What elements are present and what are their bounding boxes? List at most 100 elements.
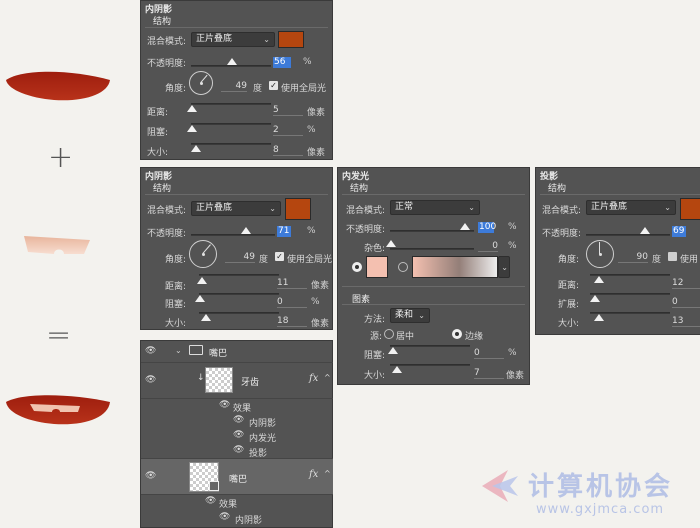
size-slider-thumb[interactable]: [191, 145, 201, 152]
choke-slider-thumb[interactable]: [187, 125, 197, 132]
size-slider-track[interactable]: [191, 143, 271, 145]
eye-icon[interactable]: 👁: [145, 346, 156, 356]
choke-input[interactable]: 0: [277, 297, 307, 308]
chevron-up-icon[interactable]: ^: [324, 469, 331, 478]
angle-input[interactable]: 49: [221, 81, 247, 92]
effects-row[interactable]: 👁 效果: [141, 399, 333, 414]
distance-input[interactable]: 11: [277, 278, 307, 289]
angle-dial[interactable]: [586, 240, 614, 268]
fx-icon[interactable]: fx: [309, 469, 318, 480]
size-slider-thumb[interactable]: [594, 314, 604, 321]
opacity-input[interactable]: 56: [273, 57, 291, 68]
size-slider-track[interactable]: [199, 312, 279, 314]
layer-group-row[interactable]: 👁 ⌄ 嘴巴: [141, 341, 333, 363]
noise-input[interactable]: 0: [478, 241, 498, 252]
eye-icon[interactable]: 👁: [233, 445, 244, 455]
distance-slider-thumb[interactable]: [197, 277, 207, 284]
fx-icon[interactable]: fx: [309, 373, 318, 384]
effects-row[interactable]: 👁 效果: [141, 495, 333, 510]
source-edge-label: 边缘: [465, 332, 484, 342]
angle-label: 角度:: [165, 84, 187, 94]
inner-shadow-panel-2: 内阴影 结构 混合模式: 正片叠底 ⌄ 不透明度: 71 % 角度: 49 度 ✓…: [140, 167, 333, 330]
eye-icon[interactable]: 👁: [219, 400, 230, 410]
effect-inner-glow-row[interactable]: 👁 内发光: [141, 429, 333, 444]
blend-mode-select[interactable]: 正片叠底 ⌄: [191, 201, 281, 216]
choke-slider-track[interactable]: [390, 345, 470, 347]
chevron-down-icon[interactable]: ⌄: [175, 346, 182, 355]
distance-slider-thumb[interactable]: [594, 276, 604, 283]
gradient-dropdown[interactable]: ⌄: [498, 256, 510, 278]
opacity-slider-track[interactable]: [586, 234, 670, 236]
glow-color-swatch[interactable]: [366, 256, 388, 278]
blend-mode-select[interactable]: 正常 ⌄: [390, 200, 480, 215]
chevron-up-icon[interactable]: ^: [324, 373, 331, 382]
opacity-slider-thumb[interactable]: [640, 227, 650, 234]
angle-input[interactable]: 90: [618, 252, 648, 263]
eye-icon[interactable]: 👁: [233, 430, 244, 440]
spread-input[interactable]: 0: [672, 297, 700, 308]
eye-icon[interactable]: 👁: [205, 496, 216, 506]
size-slider-thumb[interactable]: [201, 314, 211, 321]
opacity-input[interactable]: 69: [672, 226, 686, 237]
opacity-slider-track[interactable]: [191, 234, 275, 236]
distance-input[interactable]: 5: [273, 105, 303, 116]
global-light-checkbox[interactable]: ✓: [269, 81, 278, 90]
opacity-slider-track[interactable]: [390, 230, 474, 232]
opacity-slider-track[interactable]: [191, 65, 271, 67]
divider: [342, 286, 525, 287]
distance-slider-track[interactable]: [191, 103, 271, 105]
noise-slider-thumb[interactable]: [386, 240, 396, 247]
gradient-radio[interactable]: [398, 262, 408, 272]
global-light-checkbox[interactable]: ✓: [275, 252, 284, 261]
distance-label: 距离:: [558, 281, 580, 291]
distance-slider-thumb[interactable]: [187, 105, 197, 112]
opacity-input[interactable]: 100: [478, 222, 496, 233]
method-select[interactable]: 柔和 ⌄: [390, 308, 430, 323]
glow-gradient-swatch[interactable]: [412, 256, 498, 278]
blend-mode-select[interactable]: 正片叠底 ⌄: [586, 200, 676, 215]
spread-slider-track[interactable]: [590, 293, 670, 295]
opacity-slider-thumb[interactable]: [241, 227, 251, 234]
distance-input[interactable]: 12: [672, 278, 700, 289]
noise-slider-track[interactable]: [390, 248, 474, 250]
layer-mouth-row[interactable]: 👁 嘴巴 fx ^: [141, 459, 333, 495]
eye-icon[interactable]: 👁: [145, 471, 156, 481]
blend-mode-select[interactable]: 正片叠底 ⌄: [191, 32, 275, 47]
shadow-color-swatch[interactable]: [278, 31, 304, 48]
choke-input[interactable]: 0: [474, 348, 504, 359]
solid-color-radio[interactable]: [352, 262, 362, 272]
angle-dial[interactable]: [189, 240, 217, 268]
shadow-color-swatch[interactable]: [680, 198, 700, 220]
spread-slider-thumb[interactable]: [590, 295, 600, 302]
source-edge-radio[interactable]: [452, 329, 462, 339]
choke-slider-track[interactable]: [199, 293, 279, 295]
choke-slider-track[interactable]: [191, 123, 271, 125]
effect-drop-shadow-row[interactable]: 👁 投影: [141, 444, 333, 459]
opacity-slider-thumb[interactable]: [460, 223, 470, 230]
size-slider-thumb[interactable]: [392, 366, 402, 373]
opacity-input[interactable]: 71: [277, 226, 291, 237]
size-input[interactable]: 7: [474, 368, 504, 379]
choke-slider-thumb[interactable]: [195, 295, 205, 302]
layer-teeth-row[interactable]: 👁 ↓ 牙齿 fx ^: [141, 363, 333, 399]
choke-input[interactable]: 2: [273, 125, 303, 136]
noise-unit: %: [508, 241, 517, 251]
source-center-radio[interactable]: [384, 329, 394, 339]
distance-label: 距离:: [165, 282, 187, 292]
angle-input[interactable]: 49: [225, 252, 255, 263]
eye-icon[interactable]: 👁: [219, 512, 230, 522]
global-light-checkbox[interactable]: [668, 252, 677, 261]
eye-icon[interactable]: 👁: [233, 415, 244, 425]
size-input[interactable]: 8: [273, 145, 303, 156]
effect-inner-shadow-row[interactable]: 👁 内阴影: [141, 414, 333, 429]
size-input[interactable]: 13: [672, 316, 700, 327]
shadow-color-swatch[interactable]: [285, 198, 311, 220]
distance-slider-track[interactable]: [199, 274, 279, 276]
choke-slider-thumb[interactable]: [388, 347, 398, 354]
effect-inner-shadow-row[interactable]: 👁 内阴影: [141, 511, 333, 526]
size-input[interactable]: 18: [277, 316, 307, 327]
opacity-slider-thumb[interactable]: [227, 58, 237, 65]
size-slider-track[interactable]: [390, 364, 470, 366]
angle-dial[interactable]: [189, 71, 213, 95]
eye-icon[interactable]: 👁: [145, 375, 156, 385]
